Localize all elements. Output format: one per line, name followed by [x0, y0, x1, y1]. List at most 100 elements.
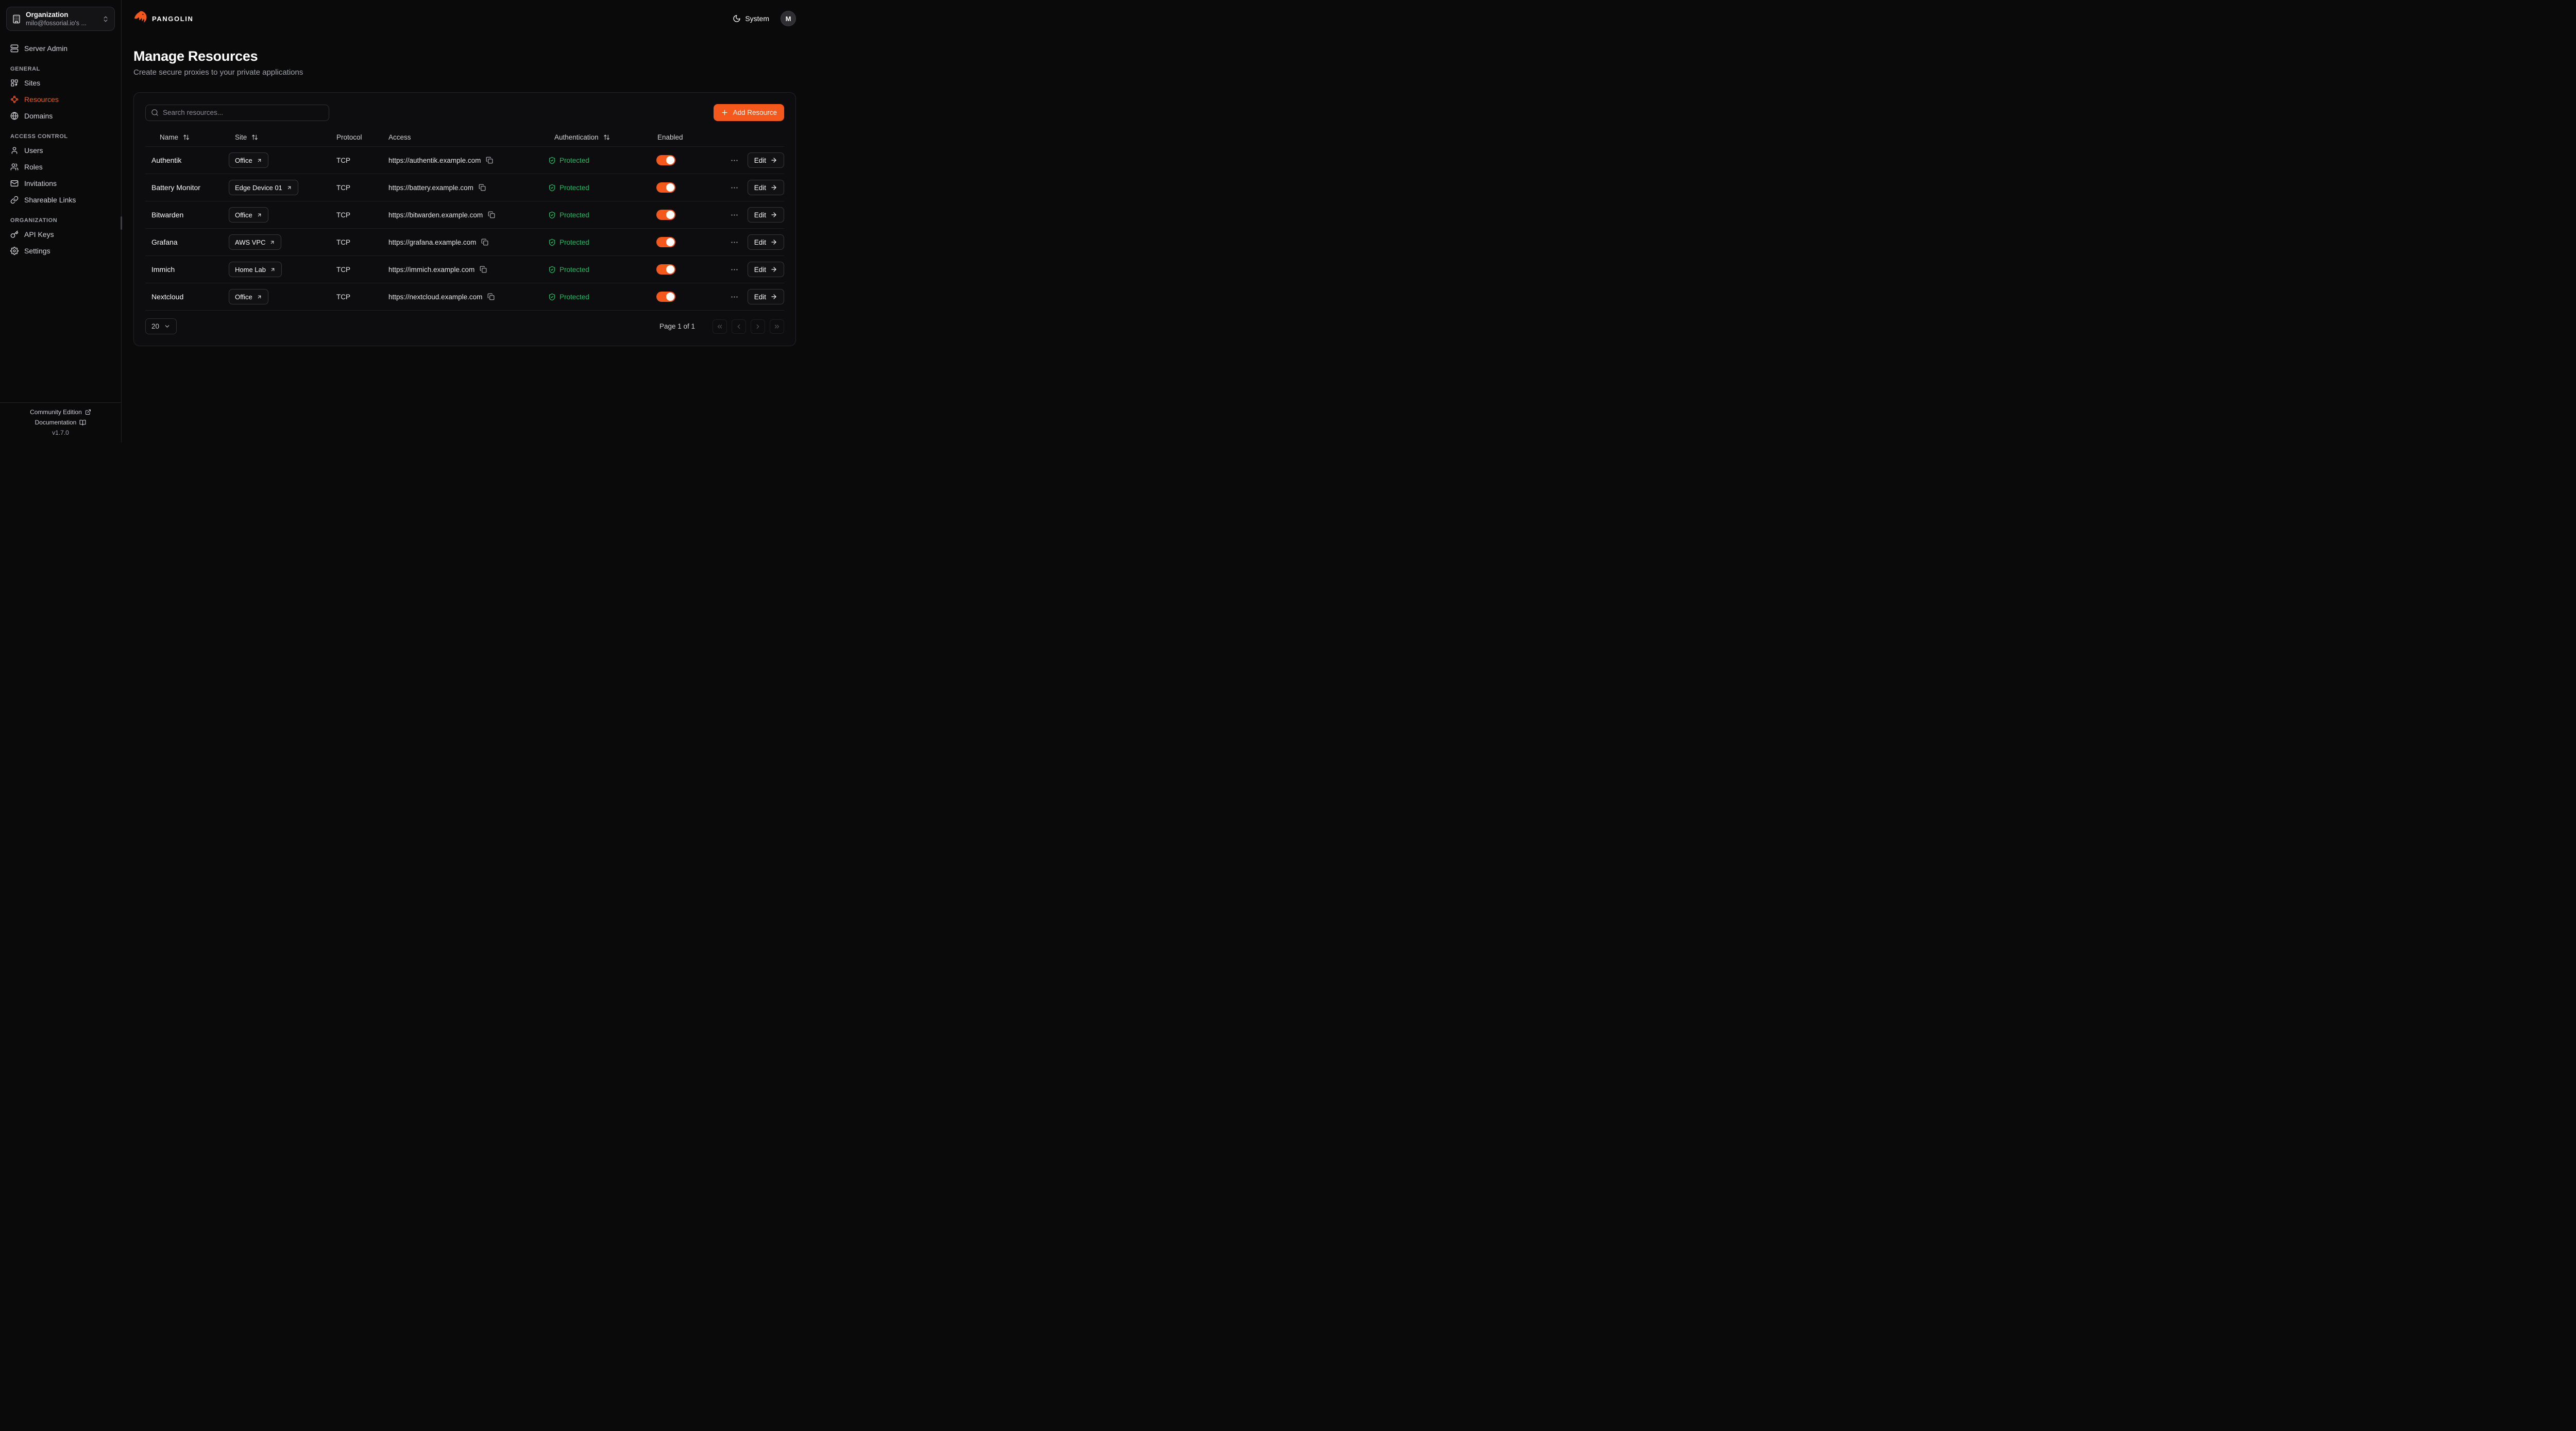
gear-icon: [10, 247, 19, 255]
sidebar-item-label: API Keys: [24, 230, 54, 238]
section-label-organization: ORGANIZATION: [10, 217, 115, 224]
resources-icon: [10, 95, 19, 104]
sidebar-item-domains[interactable]: Domains: [6, 108, 115, 124]
resource-name: Authentik: [145, 156, 228, 164]
pagination-next-button[interactable]: [751, 319, 765, 334]
add-resource-button[interactable]: Add Resource: [714, 104, 784, 121]
theme-selector[interactable]: System: [733, 14, 769, 23]
sidebar-item-api-keys[interactable]: API Keys: [6, 226, 115, 243]
arrow-right-icon: [770, 184, 777, 191]
enabled-toggle[interactable]: [656, 237, 675, 247]
column-header-site[interactable]: Site: [228, 133, 331, 141]
site-name: Office: [235, 211, 252, 219]
row-menu-button[interactable]: [729, 155, 740, 166]
brand-name: PANGOLIN: [152, 15, 193, 23]
org-switcher[interactable]: Organization milo@fossorial.io's ...: [6, 7, 115, 31]
enabled-toggle[interactable]: [656, 155, 675, 165]
section-label-access-control: ACCESS CONTROL: [10, 133, 115, 140]
site-name: Home Lab: [235, 266, 266, 274]
site-link-button[interactable]: AWS VPC: [229, 234, 281, 250]
documentation-link[interactable]: Documentation: [35, 419, 87, 426]
sort-icon[interactable]: [251, 134, 258, 141]
resources-card: Add Resource Name Site Protocol Access: [133, 92, 796, 346]
sort-icon[interactable]: [183, 134, 190, 141]
column-label: Authentication: [554, 133, 599, 141]
sidebar-item-label: Users: [24, 146, 43, 155]
row-menu-button[interactable]: [729, 210, 740, 220]
sort-icon[interactable]: [603, 134, 610, 141]
sidebar-item-label: Roles: [24, 163, 43, 171]
shield-check-icon: [548, 266, 556, 274]
site-link-button[interactable]: Edge Device 01: [229, 180, 298, 195]
resource-url: https://bitwarden.example.com: [388, 211, 483, 219]
sidebar-item-invitations[interactable]: Invitations: [6, 175, 115, 192]
page-size-select[interactable]: 20: [145, 318, 177, 334]
arrow-right-icon: [770, 238, 777, 246]
enabled-toggle[interactable]: [656, 264, 675, 275]
edit-button[interactable]: Edit: [748, 234, 784, 250]
sidebar-item-server-admin[interactable]: Server Admin: [6, 40, 115, 57]
copy-url-button[interactable]: [480, 266, 487, 273]
resource-url: https://grafana.example.com: [388, 238, 476, 246]
enabled-toggle[interactable]: [656, 210, 675, 220]
enabled-toggle[interactable]: [656, 292, 675, 302]
sidebar-resize-handle[interactable]: [121, 216, 122, 230]
community-edition-link[interactable]: Community Edition: [30, 408, 91, 416]
resource-name: Battery Monitor: [145, 183, 228, 192]
site-link-button[interactable]: Home Lab: [229, 262, 282, 277]
column-header-name[interactable]: Name: [145, 133, 228, 141]
auth-status-label: Protected: [560, 266, 589, 274]
row-menu-button[interactable]: [729, 237, 740, 248]
edit-button[interactable]: Edit: [748, 152, 784, 168]
sidebar-item-sites[interactable]: Sites: [6, 75, 115, 91]
site-link-button[interactable]: Office: [229, 207, 268, 223]
row-menu-button[interactable]: [729, 264, 740, 275]
sidebar-item-settings[interactable]: Settings: [6, 243, 115, 259]
edit-button[interactable]: Edit: [748, 180, 784, 195]
edit-button[interactable]: Edit: [748, 262, 784, 277]
sidebar-item-shareable-links[interactable]: Shareable Links: [6, 192, 115, 208]
copy-url-button[interactable]: [486, 157, 493, 164]
table-row: Grafana AWS VPC TCP https://grafana.exam…: [145, 229, 784, 256]
sidebar-item-users[interactable]: Users: [6, 142, 115, 159]
pagination: [713, 319, 784, 334]
version-label: v1.7.0: [52, 429, 69, 436]
pagination-prev-button[interactable]: [732, 319, 746, 334]
user-avatar[interactable]: M: [781, 11, 796, 26]
add-resource-label: Add Resource: [733, 109, 777, 116]
sidebar-item-resources[interactable]: Resources: [6, 91, 115, 108]
sidebar-item-label: Server Admin: [24, 44, 67, 53]
documentation-label: Documentation: [35, 419, 77, 426]
enabled-toggle[interactable]: [656, 182, 675, 193]
edit-button[interactable]: Edit: [748, 289, 784, 304]
copy-url-button[interactable]: [479, 184, 486, 191]
table-footer: 20 Page 1 of 1: [145, 318, 784, 334]
pagination-first-button[interactable]: [713, 319, 727, 334]
site-name: Edge Device 01: [235, 184, 282, 192]
row-menu-button[interactable]: [729, 182, 740, 193]
arrow-up-right-icon: [257, 158, 262, 163]
moon-icon: [733, 14, 741, 23]
resource-name: Immich: [145, 265, 228, 274]
key-icon: [10, 230, 19, 238]
edit-button[interactable]: Edit: [748, 207, 784, 223]
copy-url-button[interactable]: [481, 238, 488, 246]
arrow-up-right-icon: [269, 240, 275, 245]
site-link-button[interactable]: Office: [229, 152, 268, 168]
copy-url-button[interactable]: [487, 293, 495, 300]
sidebar-item-label: Settings: [24, 247, 50, 255]
site-link-button[interactable]: Office: [229, 289, 268, 304]
resource-url: https://authentik.example.com: [388, 157, 481, 164]
sidebar: Organization milo@fossorial.io's ... Ser…: [0, 0, 122, 442]
users-icon: [10, 163, 19, 171]
sidebar-footer: Community Edition Documentation v1.7.0: [0, 402, 121, 442]
resource-protocol: TCP: [331, 157, 382, 164]
row-menu-button[interactable]: [729, 292, 740, 302]
pagination-last-button[interactable]: [770, 319, 784, 334]
sidebar-item-roles[interactable]: Roles: [6, 159, 115, 175]
search-input[interactable]: [163, 109, 324, 116]
column-header-authentication[interactable]: Authentication: [547, 133, 650, 141]
arrow-right-icon: [770, 293, 777, 300]
copy-url-button[interactable]: [488, 211, 495, 218]
avatar-initial: M: [786, 15, 791, 23]
